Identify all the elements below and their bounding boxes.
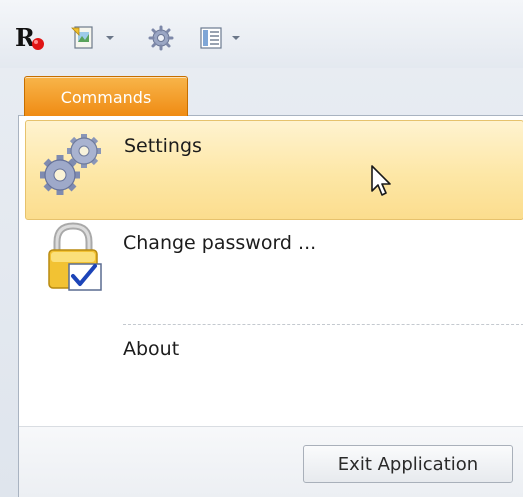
quick-access-toolbar: R	[0, 0, 523, 68]
r-app-icon: R	[15, 23, 44, 52]
app-icon[interactable]: R	[14, 22, 50, 54]
layout-icon	[200, 27, 222, 49]
mouse-cursor-icon	[371, 165, 391, 196]
gears-icon	[38, 127, 110, 204]
tab-commands[interactable]: Commands	[24, 76, 188, 117]
tab-strip: Commands	[18, 68, 523, 117]
gear-icon	[148, 25, 174, 51]
change-password-label: Change password ...	[123, 232, 317, 254]
layout-dropdown-button[interactable]	[198, 22, 260, 54]
menu-item-change-password[interactable]: Change password ...	[25, 220, 523, 316]
menu-item-settings[interactable]: Settings	[25, 120, 523, 220]
document-dropdown-button[interactable]	[70, 22, 130, 54]
menu-separator	[123, 324, 523, 325]
settings-quick-button[interactable]	[148, 22, 178, 54]
menu-item-about[interactable]: About	[25, 328, 523, 380]
about-label: About	[123, 338, 180, 360]
lock-check-icon	[43, 220, 103, 301]
settings-label: Settings	[124, 135, 202, 157]
panel-footer: Exit Application	[19, 426, 523, 497]
exit-application-button[interactable]: Exit Application	[303, 445, 513, 483]
svg-text:R: R	[15, 23, 36, 52]
document-icon	[71, 26, 93, 49]
chevron-down-icon	[106, 36, 114, 40]
app-window: R Commands Settings Change password ... …	[0, 0, 523, 497]
chevron-down-icon	[232, 36, 240, 40]
commands-panel: Settings Change password ... About Exit …	[18, 116, 523, 497]
